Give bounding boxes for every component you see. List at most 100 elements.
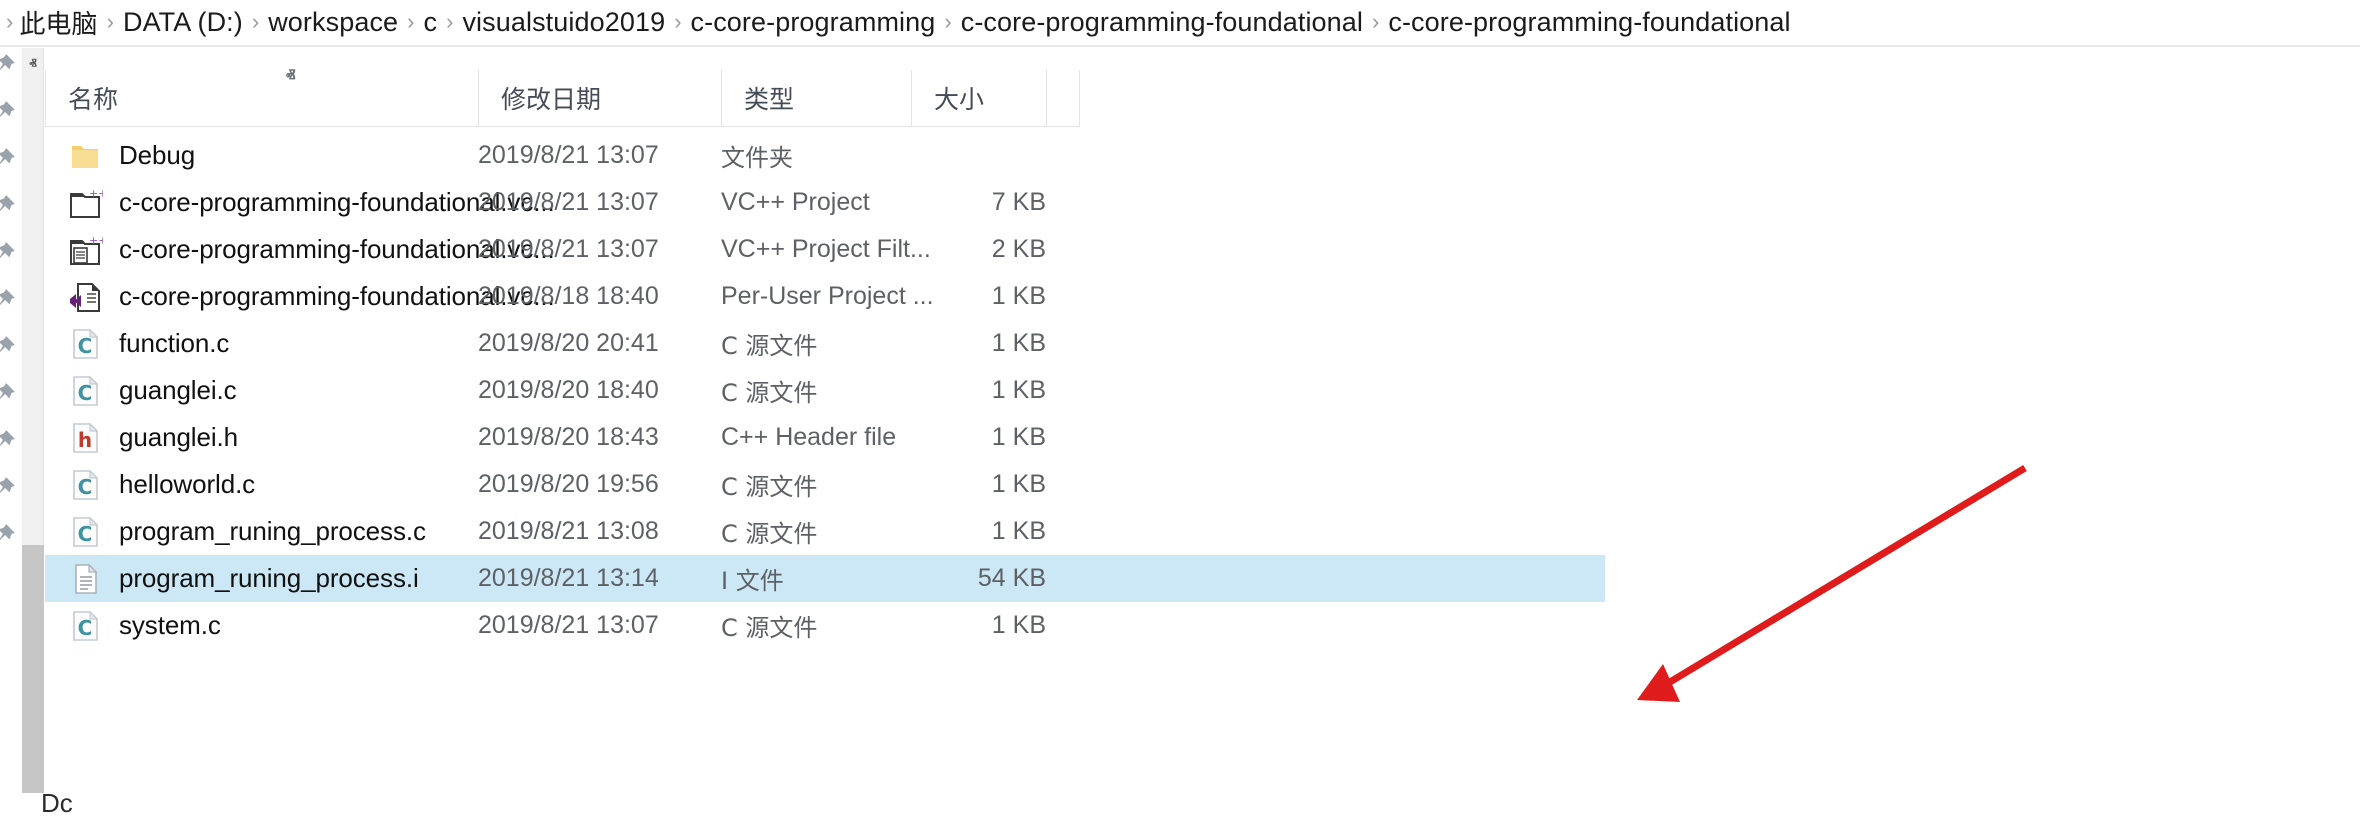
file-date-cell: 2019/8/20 20:41: [478, 329, 659, 357]
breadcrumb-item[interactable]: visualstuido2019: [462, 7, 665, 38]
column-header-size-label: 大小: [934, 85, 985, 114]
file-name-cell[interactable]: h guanglei.h: [45, 414, 478, 461]
breadcrumb-item[interactable]: workspace: [268, 7, 398, 38]
file-name-label: Debug: [119, 140, 196, 170]
table-row[interactable]: c-core-programming-foundational.vc... 201…: [45, 273, 1605, 320]
file-name-cell[interactable]: Debug: [45, 132, 478, 179]
file-date-cell: 2019/8/18 18:40: [478, 282, 659, 310]
table-row[interactable]: Debug 2019/8/21 13:07 文件夹: [45, 132, 1605, 179]
file-name-cell[interactable]: Cguanglei.c: [45, 367, 478, 414]
table-row[interactable]: Cfunction.c 2019/8/20 20:41 C 源文件 1 KB: [45, 320, 1605, 367]
breadcrumb-item[interactable]: c-core-programming-foundational: [1388, 7, 1790, 38]
table-row[interactable]: Chelloworld.c 2019/8/20 19:56 C 源文件 1 KB: [45, 461, 1605, 508]
pin-icon: [0, 428, 17, 454]
sort-ascending-icon: ⱏ: [286, 65, 296, 87]
file-size-cell: 1 KB: [991, 470, 1046, 498]
file-type-cell: C 源文件: [721, 614, 818, 642]
svg-text:C: C: [78, 334, 93, 358]
breadcrumb-separator-icon: ›: [446, 8, 454, 34]
annotation-arrow-icon: [1637, 465, 2027, 702]
c-source-icon: C: [73, 469, 99, 500]
file-name-cell[interactable]: program_runing_process.i: [45, 555, 478, 602]
column-header-type[interactable]: 类型: [721, 70, 911, 126]
breadcrumb-item[interactable]: c-core-programming: [691, 7, 936, 38]
file-name-cell[interactable]: ++ c-core-programming-foundational.vc...: [45, 179, 555, 226]
column-header-size[interactable]: 大小: [911, 70, 1046, 126]
file-name-cell[interactable]: Cfunction.c: [45, 320, 478, 367]
pin-icon: [0, 52, 17, 78]
svg-text:C: C: [78, 616, 93, 640]
vcxproj-filters-icon: ++: [70, 234, 103, 265]
column-header-name[interactable]: 名称 ⱏ: [45, 65, 478, 126]
svg-text:h: h: [78, 428, 92, 452]
table-row[interactable]: Cprogram_runing_process.c 2019/8/21 13:08…: [45, 508, 1605, 555]
column-header-type-label: 类型: [744, 85, 795, 114]
file-name-label: program_runing_process.c: [119, 516, 426, 546]
c-source-icon: C: [73, 328, 99, 359]
file-name-label: guanglei.c: [119, 375, 237, 405]
pin-icon: [0, 287, 17, 313]
c-source-icon: C: [73, 516, 99, 547]
breadcrumb-underline: [0, 45, 2360, 47]
table-row[interactable]: h guanglei.h 2019/8/20 18:43 C++ Header fil…: [45, 414, 1605, 461]
column-header-spacer[interactable]: [1046, 70, 1080, 126]
file-name-cell[interactable]: Csystem.c: [45, 602, 478, 649]
breadcrumb-separator-icon: ›: [407, 8, 415, 34]
file-type-cell: VC++ Project: [721, 188, 870, 216]
file-size-cell: 54 KB: [977, 564, 1046, 592]
pin-icon: [0, 99, 17, 125]
pin-icon: [0, 240, 17, 266]
vertical-scrollbar-thumb[interactable]: [22, 545, 44, 793]
file-type-cell: 文件夹: [721, 144, 793, 172]
file-type-cell: C 源文件: [721, 473, 818, 501]
file-date-cell: 2019/8/21 13:07: [478, 141, 659, 169]
file-size-cell: 1 KB: [991, 282, 1046, 310]
file-type-cell: VC++ Project Filt...: [721, 235, 931, 263]
table-row[interactable]: Cguanglei.c 2019/8/20 18:40 C 源文件 1 KB: [45, 367, 1605, 414]
file-type-cell: C 源文件: [721, 379, 818, 407]
breadcrumb-separator-icon: ›: [1372, 8, 1380, 34]
file-row-list: Debug 2019/8/21 13:07 文件夹 ++ c-core-programm…: [45, 132, 1605, 649]
breadcrumb-item[interactable]: DATA (D:): [123, 7, 243, 38]
file-size-cell: 1 KB: [991, 517, 1046, 545]
table-row[interactable]: ++ c-core-programming-foundational.vc... 2…: [45, 179, 1605, 226]
column-header-date[interactable]: 修改日期: [478, 70, 721, 126]
file-name-label: system.c: [119, 610, 221, 640]
c-source-icon: C: [73, 610, 99, 641]
c-source-icon: C: [73, 375, 99, 406]
file-name-label: helloworld.c: [119, 469, 256, 499]
pin-icon: [0, 146, 17, 172]
file-date-cell: 2019/8/21 13:07: [478, 235, 659, 263]
table-row[interactable]: ++ c-core-programming-foundational.vc... 2…: [45, 226, 1605, 273]
file-name-cell[interactable]: Chelloworld.c: [45, 461, 478, 508]
file-size-cell: 7 KB: [991, 188, 1046, 216]
vcxproj-user-icon: [70, 282, 100, 312]
file-size-cell: 1 KB: [991, 423, 1046, 451]
pin-icon: [0, 381, 17, 407]
file-type-cell: C++ Header file: [721, 423, 897, 451]
scroll-up-icon[interactable]: ⱏ: [22, 52, 44, 76]
file-name-cell[interactable]: ++ c-core-programming-foundational.vc...: [45, 226, 555, 273]
file-name-cell[interactable]: Cprogram_runing_process.c: [45, 508, 478, 555]
breadcrumb-item[interactable]: 此电脑: [19, 4, 97, 41]
column-header-date-label: 修改日期: [501, 85, 602, 114]
file-size-cell: 1 KB: [991, 376, 1046, 404]
column-header-divider: [45, 126, 1080, 127]
breadcrumb-separator-icon: ›: [944, 8, 952, 34]
file-date-cell: 2019/8/21 13:07: [478, 188, 659, 216]
file-size-cell: 1 KB: [991, 611, 1046, 639]
breadcrumb[interactable]: › 此电脑 › DATA (D:) › workspace › c › visualstuido2…: [0, 0, 2360, 45]
navigation-pin-rail: [0, 48, 22, 793]
svg-text:++: ++: [89, 234, 103, 247]
table-row[interactable]: Csystem.c 2019/8/21 13:07 C 源文件 1 KB: [45, 602, 1605, 649]
breadcrumb-item[interactable]: c-core-programming-foundational: [961, 7, 1363, 38]
table-row[interactable]: program_runing_process.i 2019/8/21 13:14 I…: [45, 555, 1605, 602]
breadcrumb-separator-icon: ›: [6, 8, 14, 34]
pin-icon: [0, 522, 17, 548]
file-name-cell[interactable]: c-core-programming-foundational.vc...: [45, 273, 555, 320]
file-type-cell: Per-User Project ...: [721, 282, 934, 310]
file-date-cell: 2019/8/21 13:07: [478, 611, 659, 639]
breadcrumb-item[interactable]: c: [424, 7, 438, 38]
file-type-cell: I 文件: [721, 567, 784, 595]
file-size-cell: 2 KB: [991, 235, 1046, 263]
